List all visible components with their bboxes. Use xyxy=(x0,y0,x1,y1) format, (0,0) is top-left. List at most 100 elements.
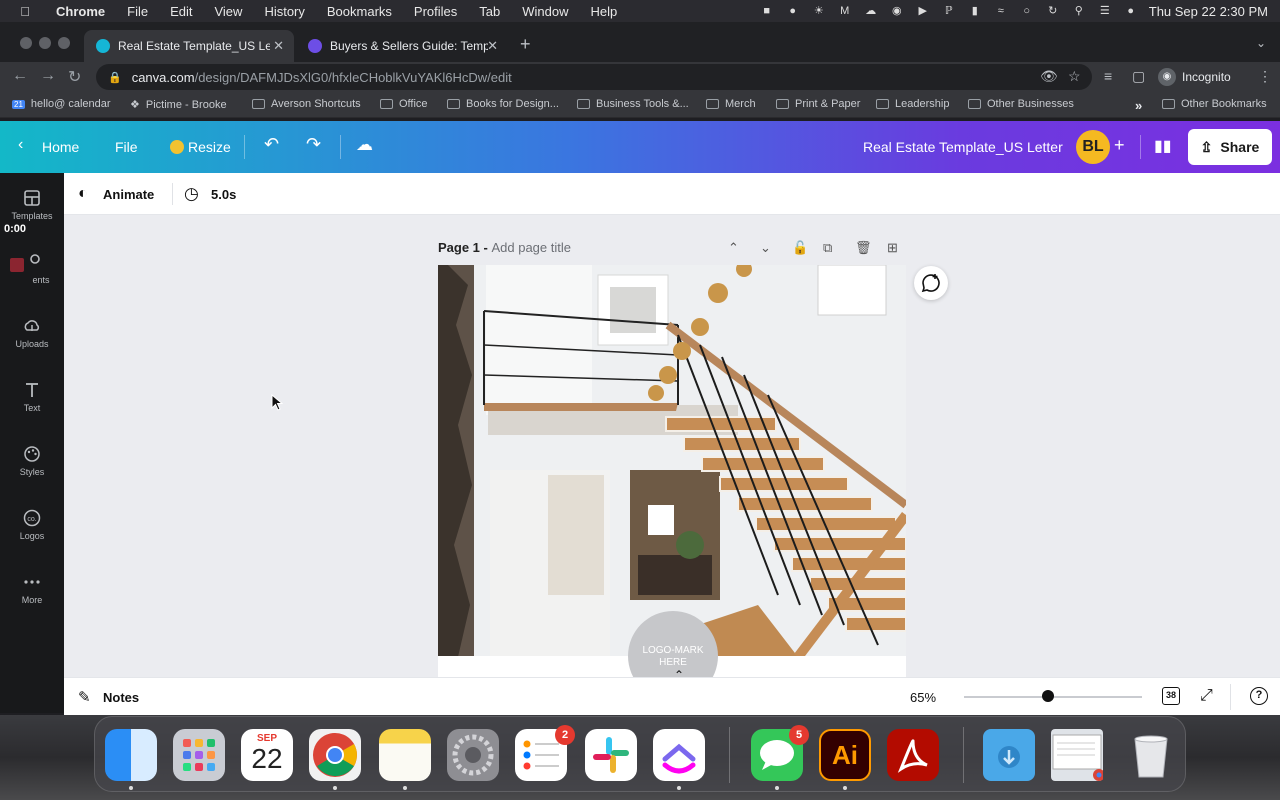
bluetooth-icon[interactable]: ℙ xyxy=(941,5,957,17)
chevron-up-icon[interactable]: ⌃ xyxy=(728,240,739,256)
share-button[interactable]: ⇫ Share xyxy=(1188,129,1272,165)
trash-icon[interactable] xyxy=(1125,729,1177,781)
bookmark-business-tools[interactable]: Business Tools &... xyxy=(577,98,689,110)
file-menu-button[interactable]: File xyxy=(115,139,138,155)
downloads-folder-icon[interactable] xyxy=(983,729,1035,781)
finder-icon[interactable] xyxy=(105,729,157,781)
tab-real-estate-template[interactable]: Real Estate Template_US Lette ✕ xyxy=(84,30,294,62)
shield-icon[interactable]: ◉ xyxy=(889,5,905,17)
cloud-icon[interactable]: ☁ xyxy=(863,5,879,17)
cloud-saved-icon[interactable]: ☁ xyxy=(356,135,373,155)
rail-item-logos[interactable]: co. Logos xyxy=(0,509,64,541)
menu-window[interactable]: Window xyxy=(522,4,568,19)
bookmark-merch[interactable]: Merch xyxy=(706,98,756,110)
page-photo-staircase[interactable] xyxy=(438,265,906,657)
menu-tab[interactable]: Tab xyxy=(479,4,500,19)
resize-button[interactable]: Resize xyxy=(170,139,231,155)
control-center-icon[interactable]: ☰ xyxy=(1097,5,1113,17)
menu-edit[interactable]: Edit xyxy=(170,4,192,19)
help-icon[interactable]: ? xyxy=(1250,687,1268,705)
menu-help[interactable]: Help xyxy=(591,4,618,19)
menu-view[interactable]: View xyxy=(214,4,242,19)
chevron-left-icon[interactable]: ‹ xyxy=(18,136,23,154)
stop-recording-button[interactable] xyxy=(10,258,24,272)
apple-icon[interactable]:  xyxy=(18,4,32,19)
magic-comment-button[interactable] xyxy=(914,266,948,300)
menu-file[interactable]: File xyxy=(127,4,148,19)
address-bar[interactable]: 🔒 canva.com /design/DAFMJDsXlG0/hfxleCHo… xyxy=(96,64,1092,90)
tab-close-icon[interactable]: ✕ xyxy=(273,38,284,54)
add-page-icon[interactable]: ⊞ xyxy=(887,240,898,256)
zoom-level[interactable]: 65% xyxy=(910,690,936,705)
page-title-input[interactable]: Add page title xyxy=(491,240,571,255)
tracking-blocked-eye-icon[interactable]: 👁 xyxy=(1040,68,1058,85)
launchpad-icon[interactable] xyxy=(173,729,225,781)
side-panel-icon[interactable]: ▢ xyxy=(1132,68,1145,85)
bookmark-averson-shortcuts[interactable]: Averson Shortcuts xyxy=(252,98,361,110)
user-avatar[interactable]: BL xyxy=(1076,130,1110,164)
bookmark-star-icon[interactable]: ☆ xyxy=(1068,68,1081,85)
menu-history[interactable]: History xyxy=(264,4,304,19)
add-collaborator-plus-icon[interactable]: + xyxy=(1114,135,1125,156)
tab-search-chevron-icon[interactable]: ⌄ xyxy=(1256,36,1266,50)
m-app-icon[interactable]: M xyxy=(837,5,853,17)
rail-item-uploads[interactable]: Uploads xyxy=(0,317,64,349)
rail-item-templates[interactable]: Templates xyxy=(0,189,64,221)
rail-item-text[interactable]: Text xyxy=(0,381,64,413)
creative-cloud-icon[interactable]: ● xyxy=(785,5,801,17)
calendar-app-icon[interactable]: SEP 22 xyxy=(241,729,293,781)
bookmark-leadership[interactable]: Leadership xyxy=(876,98,949,110)
new-tab-plus-icon[interactable]: + xyxy=(520,34,531,55)
illustrator-app-icon[interactable]: Ai xyxy=(819,729,871,781)
document-title[interactable]: Real Estate Template_US Letter xyxy=(863,139,1063,155)
siri-icon[interactable]: ● xyxy=(1123,5,1139,17)
window-minimize-button[interactable] xyxy=(39,37,51,49)
reading-list-icon[interactable]: ≡ xyxy=(1104,68,1112,84)
animate-button[interactable]: Animate xyxy=(103,187,154,202)
notes-app-icon[interactable] xyxy=(379,729,431,781)
rail-item-styles[interactable]: Styles xyxy=(0,445,64,477)
back-arrow-icon[interactable]: ← xyxy=(12,67,28,85)
bookmarks-overflow-button[interactable]: » xyxy=(1135,98,1142,113)
notes-button[interactable]: Notes xyxy=(103,690,139,705)
duration-button[interactable]: 5.0s xyxy=(211,187,236,202)
bookmark-books-for-design[interactable]: Books for Design... xyxy=(447,98,559,110)
tab-buyers-sellers-guide[interactable]: Buyers & Sellers Guide: Templa ✕ xyxy=(296,30,508,62)
chevron-down-icon[interactable]: ⌄ xyxy=(760,240,771,256)
bookmark-print-paper[interactable]: Print & Paper xyxy=(776,98,860,110)
menu-bookmarks[interactable]: Bookmarks xyxy=(327,4,392,19)
bookmark-other-bookmarks[interactable]: Other Bookmarks xyxy=(1162,98,1267,110)
reload-icon[interactable]: ↻ xyxy=(68,67,81,87)
menu-clock[interactable]: Thu Sep 22 2:30 PM xyxy=(1149,4,1268,19)
slack-app-icon[interactable] xyxy=(585,729,637,781)
chrome-app-icon[interactable] xyxy=(309,729,361,781)
bookmark-pictime-brooke[interactable]: ❖ Pictime - Brooke xyxy=(130,98,227,112)
menu-app-name[interactable]: Chrome xyxy=(56,4,105,19)
page-count-button[interactable]: 38 xyxy=(1162,687,1180,705)
home-button[interactable]: Home xyxy=(42,139,79,155)
window-zoom-button[interactable] xyxy=(58,37,70,49)
recent-window-thumbnail[interactable] xyxy=(1051,729,1105,781)
spotlight-search-icon[interactable]: ⚲ xyxy=(1071,5,1087,17)
chrome-menu-kebab-icon[interactable]: ⋮ xyxy=(1258,68,1272,85)
tab-close-icon[interactable]: ✕ xyxy=(487,38,498,54)
wifi-icon[interactable]: ≈ xyxy=(993,5,1009,17)
lock-icon[interactable]: 🔒 xyxy=(108,71,122,84)
delete-page-icon[interactable]: 🗑 xyxy=(855,240,872,256)
bookmark-office[interactable]: Office xyxy=(380,98,428,110)
rail-item-more[interactable]: More xyxy=(0,573,64,605)
insights-chart-icon[interactable]: ▮▮ xyxy=(1154,136,1172,156)
time-machine-icon[interactable]: ↻ xyxy=(1045,5,1061,17)
system-preferences-icon[interactable] xyxy=(447,729,499,781)
bookmark-hello-calendar[interactable]: 21 hello@ calendar xyxy=(12,98,111,110)
screen-record-icon[interactable]: ■ xyxy=(759,5,775,17)
incognito-profile[interactable]: ◉ Incognito xyxy=(1158,68,1231,86)
zoom-slider-handle[interactable] xyxy=(1041,690,1054,702)
duplicate-page-icon[interactable]: ⧉ xyxy=(823,240,832,256)
user-icon[interactable]: ○ xyxy=(1019,5,1035,17)
fullscreen-expand-icon[interactable]: ⤢ xyxy=(1200,687,1213,705)
battery-icon[interactable]: ▮ xyxy=(967,5,983,17)
undo-icon[interactable]: ↶ xyxy=(264,134,279,155)
menu-profiles[interactable]: Profiles xyxy=(414,4,457,19)
play-icon[interactable]: ▶ xyxy=(915,5,931,17)
